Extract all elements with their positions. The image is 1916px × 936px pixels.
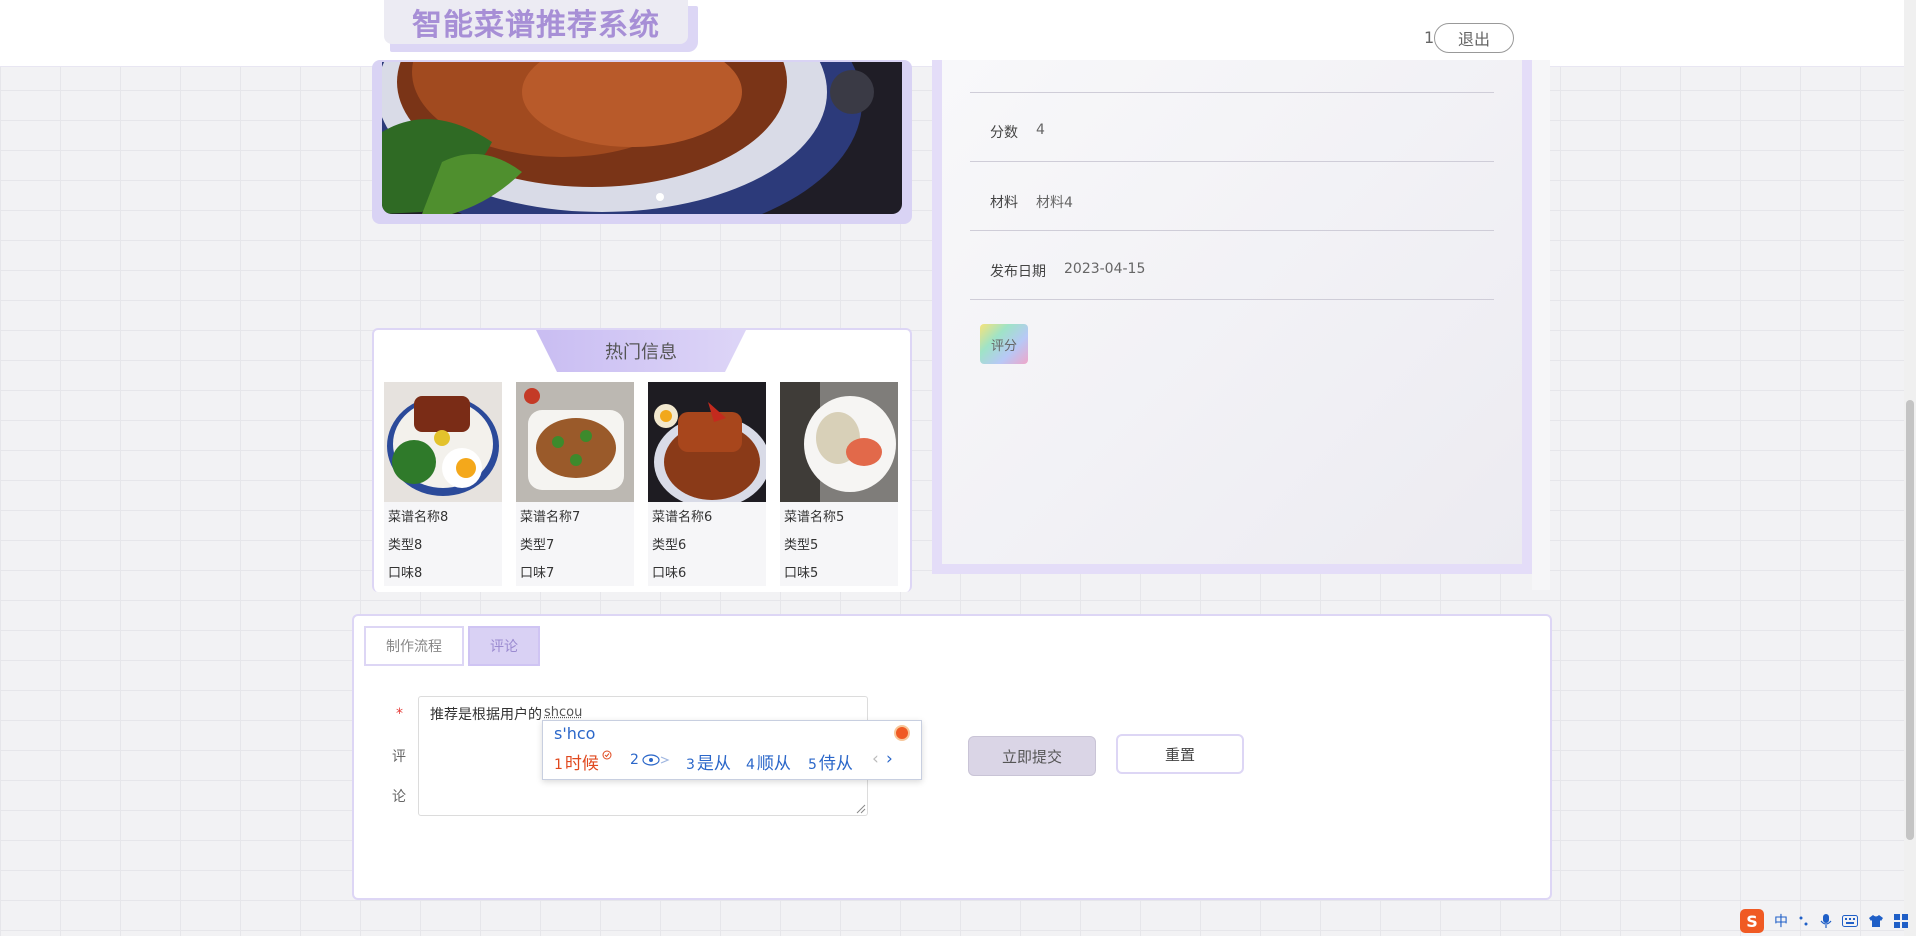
comment-label-char: 论 [392,789,406,805]
row-divider [970,161,1494,162]
hot-item-taste: 口味8 [388,566,423,581]
hot-item-card[interactable]: 菜谱名称8 类型8 口味8 [384,382,502,586]
comment-text: 推荐是根据用户的 [430,707,542,723]
hot-item-name: 菜谱名称5 [784,510,845,525]
hot-item-taste: 口味6 [652,566,687,581]
verified-icon [602,750,612,760]
tab-process[interactable]: 制作流程 [364,626,464,666]
hot-item-type: 类型5 [784,538,819,553]
ime-candidate[interactable]: 5 侍从 [808,749,853,774]
score-label: 分数 [990,125,1018,141]
hot-item-taste: 口味5 [784,566,819,581]
toolbox-grid-icon[interactable] [1894,914,1908,928]
recipe-thumbnail[interactable] [384,382,502,502]
hot-item-taste: 口味7 [520,566,555,581]
hot-item-name: 菜谱名称7 [520,510,581,525]
comment-composing-text: shcou [544,705,583,720]
user-name: 1 [1424,28,1435,47]
ime-prev-page[interactable]: ‹ [872,749,879,769]
score-value: 4 [1036,122,1045,138]
hot-item-name: 菜谱名称8 [388,510,449,525]
skin-shirt-icon[interactable] [1868,914,1884,928]
detail-panel-inner [942,60,1522,564]
rate-button[interactable]: 评分 [980,324,1028,364]
detail-background [1532,60,1550,590]
carousel-dot[interactable] [656,193,664,201]
recipe-carousel-image[interactable] [382,62,902,214]
ime-candidate[interactable]: 4 顺从 [746,749,791,774]
logout-button[interactable]: 退出 [1434,23,1514,53]
top-header [0,0,1904,67]
required-mark: * [396,706,403,722]
comment-label-char: 评 [392,749,406,765]
recipe-thumbnail[interactable] [780,382,898,502]
resize-handle-icon[interactable] [856,804,866,814]
reset-button[interactable]: 重置 [1116,734,1244,774]
publish-date-value: 2023-04-15 [1064,261,1146,277]
ime-logo-icon [894,725,910,741]
row-divider [970,299,1494,300]
hot-item-name: 菜谱名称6 [652,510,713,525]
ime-candidate[interactable]: 1 时候 [554,749,599,774]
ime-candidate[interactable]: 2 [630,749,641,769]
recipe-thumbnail[interactable] [516,382,634,502]
ime-candidate-popup [542,720,922,780]
microphone-icon[interactable] [1820,913,1832,929]
hot-item-type: 类型6 [652,538,687,553]
language-indicator[interactable]: 中 [1774,911,1788,931]
material-value: 材料4 [1036,195,1073,211]
publish-date-label: 发布日期 [990,264,1046,280]
material-label: 材料 [990,195,1018,211]
tab-comment[interactable]: 评论 [468,626,540,666]
hot-item-card[interactable]: 菜谱名称5 类型5 口味5 [780,382,898,586]
keyboard-icon[interactable] [1842,915,1858,927]
row-divider [970,92,1494,93]
hot-info-title: 热门信息 [605,342,677,363]
site-title: 智能菜谱推荐系统 [412,8,660,43]
recipe-thumbnail[interactable] [648,382,766,502]
ime-next-page[interactable]: › [886,749,893,769]
hot-item-type: 类型7 [520,538,555,553]
hot-item-type: 类型8 [388,538,423,553]
punctuation-icon[interactable] [1798,915,1810,927]
hot-item-card[interactable]: 菜谱名称7 类型7 口味7 [516,382,634,586]
scrollbar-thumb[interactable] [1906,400,1914,840]
ime-candidate[interactable]: 3 是从 [686,749,731,774]
row-divider [970,230,1494,231]
hot-item-card[interactable]: 菜谱名称6 类型6 口味6 [648,382,766,586]
eye-emoji-icon [642,754,670,766]
ime-input-text: s'hco [554,724,596,743]
site-logo: 智能菜谱推荐系统 [384,0,688,44]
system-tray: S 中 [1740,906,1908,936]
submit-button[interactable]: 立即提交 [968,736,1096,776]
sogou-ime-icon[interactable]: S [1740,909,1764,933]
